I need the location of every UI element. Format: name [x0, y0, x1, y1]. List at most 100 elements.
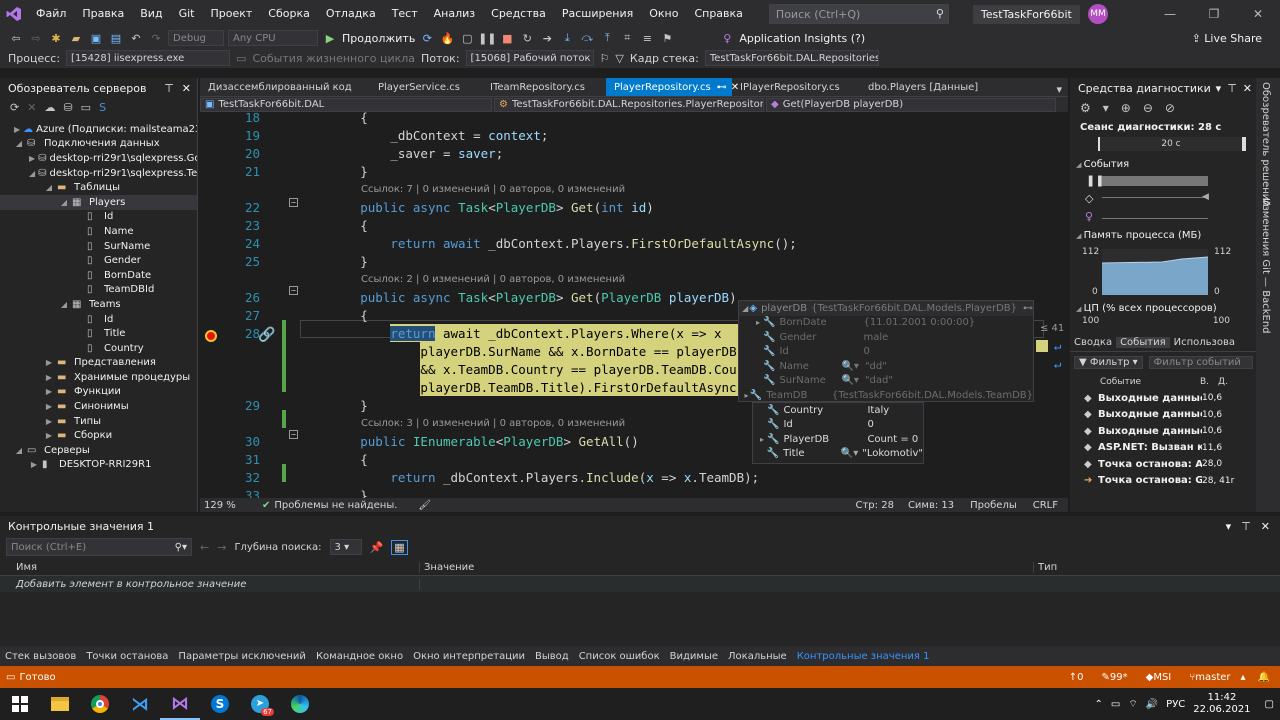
- datatip-row[interactable]: 🔧 Name 🔍▾ "dd": [739, 359, 1033, 374]
- status-branch[interactable]: master: [1195, 672, 1230, 683]
- datatip-team-row[interactable]: 🔧 Country Italy: [753, 403, 923, 418]
- expand-arrow-icon[interactable]: ◢: [59, 300, 69, 309]
- tree-item[interactable]: ▶ ▮ DESKTOP-RRI29R1: [0, 458, 197, 473]
- expand-arrow-icon[interactable]: ▶: [44, 417, 54, 426]
- line-endings[interactable]: CRLF: [1033, 500, 1058, 511]
- datatip-row[interactable]: 🔧 SurName 🔍▾ "dad": [739, 374, 1033, 389]
- pin-icon[interactable]: ⊤: [164, 82, 174, 95]
- chrome-icon[interactable]: [80, 688, 120, 720]
- status-changes[interactable]: 99*: [1110, 672, 1128, 683]
- datatip-team-row[interactable]: 🔧 Id 0: [753, 418, 923, 433]
- document-tab[interactable]: ITeamRepository.cs: [482, 78, 606, 96]
- expand-arrow-icon[interactable]: ◢: [44, 183, 54, 192]
- connect-server-icon[interactable]: ▭: [81, 101, 91, 114]
- vscode-icon[interactable]: ⋊: [120, 688, 160, 720]
- step-out-icon[interactable]: ⤒: [599, 30, 615, 46]
- col-event[interactable]: Событие: [1070, 377, 1200, 387]
- hex-icon[interactable]: ⌗: [619, 30, 635, 46]
- filter-events-input[interactable]: Фильтр событий: [1148, 355, 1253, 369]
- bottom-tab[interactable]: Локальные: [723, 651, 792, 662]
- stop-refresh-icon[interactable]: ✕: [27, 101, 36, 114]
- datatip-field-value[interactable]: "dad": [865, 375, 893, 386]
- save-all-icon[interactable]: ▤: [108, 30, 124, 46]
- bottom-tab[interactable]: Вывод: [530, 651, 574, 662]
- notifications-icon[interactable]: 🔔: [1258, 672, 1270, 683]
- event-row[interactable]: ◆ Точка останова: А...28,0: [1070, 456, 1256, 473]
- expand-arrow-icon[interactable]: ▶: [14, 125, 20, 134]
- whitespace-mode[interactable]: Пробелы: [970, 500, 1017, 511]
- event-row[interactable]: ◆ Выходные данные...10,6: [1070, 390, 1256, 407]
- tree-item[interactable]: ▯ Name: [0, 224, 197, 239]
- pause-icon[interactable]: ❚❚: [478, 30, 496, 46]
- col-b[interactable]: В.: [1200, 377, 1218, 387]
- step-into-icon[interactable]: ⤓: [559, 30, 575, 46]
- repo-icon[interactable]: ◆: [1146, 672, 1154, 683]
- telegram-icon[interactable]: ➤ 67: [240, 688, 280, 720]
- memory-section-header[interactable]: ◢ Память процесса (МБ): [1070, 230, 1256, 241]
- dropdown-icon[interactable]: ▾: [1216, 82, 1222, 95]
- class-nav-dropdown[interactable]: ⚙ TestTaskFor66bit.DAL.Repositories.Play…: [494, 97, 764, 112]
- add-watch-row[interactable]: Добавить элемент в контрольное значение: [0, 576, 1280, 592]
- new-project-icon[interactable]: ✱: [48, 30, 64, 46]
- refresh-icon[interactable]: ⟳: [419, 30, 435, 46]
- process-dropdown[interactable]: [15428] iisexpress.exe: [66, 50, 231, 66]
- col-name[interactable]: Имя: [0, 562, 420, 573]
- bottom-tab[interactable]: Контрольные значения 1: [792, 651, 935, 662]
- keyboard-icon[interactable]: ▭: [1111, 699, 1120, 710]
- datatip-field-value[interactable]: Italy: [867, 405, 889, 416]
- tree-item[interactable]: ▶ ▬ Функции: [0, 385, 197, 400]
- tab-usage[interactable]: Использова: [1170, 337, 1239, 348]
- file-explorer-icon[interactable]: [40, 688, 80, 720]
- document-tab[interactable]: PlayerService.cs: [370, 78, 482, 96]
- chevron-up-icon[interactable]: ▴: [1241, 672, 1246, 683]
- clock[interactable]: 11:42 22.06.2021: [1193, 692, 1250, 716]
- reset-zoom-icon[interactable]: ⊘: [1165, 101, 1175, 115]
- menu-item[interactable]: Файл: [28, 0, 74, 28]
- event-row[interactable]: ➔ Точка останова: G...28, 41r: [1070, 473, 1256, 490]
- app-insights-button[interactable]: Application Insights (?): [739, 32, 865, 45]
- tree-item[interactable]: ▯ Id: [0, 312, 197, 327]
- menu-item[interactable]: Тест: [384, 0, 426, 28]
- codelens-info[interactable]: Ссылок: 7 | 0 изменений | 0 авторов, 0 и…: [361, 184, 625, 195]
- col-type[interactable]: Тип: [1034, 562, 1057, 573]
- expand-arrow-icon[interactable]: ▶: [44, 373, 54, 382]
- live-share-button[interactable]: ⇪ Live Share: [1192, 32, 1262, 45]
- menu-item[interactable]: Расширения: [554, 0, 641, 28]
- lifecycle-icon[interactable]: ▭: [236, 52, 246, 65]
- maximize-icon[interactable]: ❐: [1192, 0, 1236, 28]
- menu-item[interactable]: Средства: [483, 0, 554, 28]
- document-tab[interactable]: IPlayerRepository.cs: [732, 78, 860, 96]
- zoom-dropdown[interactable]: 129 %: [200, 500, 262, 511]
- tree-item[interactable]: ▶ ▬ Хранимые процедуры: [0, 370, 197, 385]
- zoom-out-icon[interactable]: ⊖: [1143, 101, 1153, 115]
- document-tab[interactable]: dbo.Players [Данные]: [860, 78, 978, 96]
- datatip-team-popup[interactable]: 🔧 Country Italy 🔧 Id 0 ▸ 🔧 PlayerDB Count = 0 🔧 Tit…: [752, 402, 924, 464]
- volume-icon[interactable]: 🔊: [1146, 699, 1158, 710]
- tab-events[interactable]: События: [1116, 337, 1170, 348]
- undo-icon[interactable]: ↶: [128, 30, 144, 46]
- datatip-field-value[interactable]: Count = 0: [867, 434, 918, 445]
- event-row[interactable]: ◆ ASP.NET: Вызван к...11,6: [1070, 440, 1256, 457]
- tree-item[interactable]: ◢ ⛁ Подключения данных: [0, 137, 197, 152]
- event-row[interactable]: ◆ Выходные данные...10,6: [1070, 423, 1256, 440]
- close-icon[interactable]: ✕: [1236, 0, 1280, 28]
- language-indicator[interactable]: РУС: [1166, 699, 1185, 710]
- open-folder-icon[interactable]: ▰: [68, 30, 84, 46]
- datatip-field-value[interactable]: {TestTaskFor66bit.DAL.Models.TeamDB}: [832, 390, 1033, 401]
- search-depth-dropdown[interactable]: 3 ▾: [329, 539, 362, 555]
- flag-icon[interactable]: ⚐: [600, 52, 610, 65]
- chevron-down-icon[interactable]: ▾: [1103, 101, 1109, 115]
- menu-item[interactable]: Вид: [132, 0, 170, 28]
- datatip-field-value[interactable]: {11.01.2001 0:00:00}: [863, 317, 975, 328]
- menu-item[interactable]: Окно: [641, 0, 686, 28]
- tree-item[interactable]: ▯ Title: [0, 326, 197, 341]
- tree-item[interactable]: ▯ BornDate: [0, 268, 197, 283]
- push-icon[interactable]: ↑: [1069, 672, 1077, 683]
- edge-icon[interactable]: [280, 688, 320, 720]
- bottom-tab[interactable]: Стек вызовов: [0, 651, 81, 662]
- bookmark-icon[interactable]: ⚑: [659, 30, 675, 46]
- bulb-icon[interactable]: ♀: [719, 30, 735, 46]
- minimize-icon[interactable]: —: [1148, 0, 1192, 28]
- pin-icon[interactable]: ⊷: [1023, 303, 1033, 314]
- datatip-field-value[interactable]: 0: [863, 346, 869, 357]
